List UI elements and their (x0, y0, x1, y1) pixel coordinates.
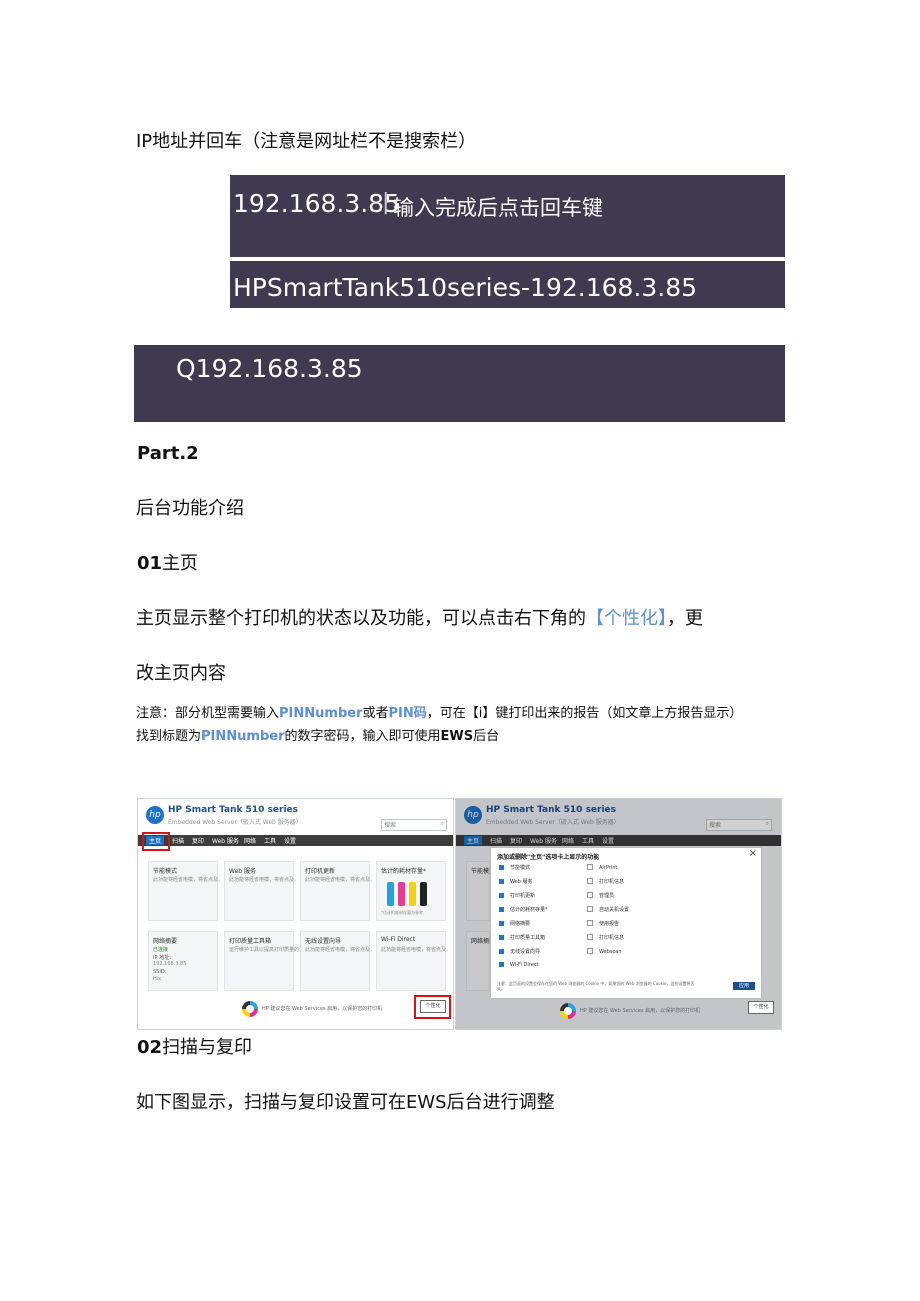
ews-personalize-screenshot: hp HP Smart Tank 510 series Embedded Web… (455, 798, 782, 1030)
option-usage-report[interactable]: 使用报告 (587, 920, 619, 927)
search-icon: ⌕ (440, 820, 444, 827)
personalize-button-2[interactable]: 个性化 (748, 1001, 774, 1014)
note-l2-d: EWS (440, 729, 474, 744)
note-l2-b: PINNumber (201, 729, 285, 744)
personalize-highlight (414, 995, 451, 1019)
note-l1-d: PIN码 (388, 706, 427, 721)
ews-footer-text: HP 建议您在 Web Services 启用，以保护您的打印机 (262, 1006, 383, 1012)
option-admin[interactable]: 管理员 (587, 892, 614, 899)
hp-instant-ink-badge-icon-2 (560, 1003, 576, 1019)
ews-home-screenshot: hp HP Smart Tank 510 series Embedded Web… (137, 798, 454, 1030)
option-energy[interactable]: 节能模式 (499, 864, 530, 871)
close-icon[interactable]: × (749, 848, 757, 859)
option-print-quality[interactable]: 打印质量工具箱 (499, 934, 545, 941)
address-bar-input-demo: 192.168.3.85 | 输入完成后点击回车键 (230, 175, 785, 257)
ink-yellow-icon (409, 882, 416, 906)
option-ink-levels[interactable]: 估计的耗材存量* (499, 906, 548, 913)
checkbox-checked-icon (499, 865, 504, 870)
option-network-summary[interactable]: 网络摘要 (499, 920, 530, 927)
ews-nav: 主页 扫描 复印 Web 服务 网络 工具 设置 (138, 835, 453, 846)
hp-instant-ink-badge-icon (242, 1001, 258, 1017)
ink-black-icon (420, 882, 427, 906)
card-printer-update[interactable]: 打印机更新 此功能将经省电模，将省点及。 (300, 861, 375, 921)
note-l2-a: 找到标题为 (136, 729, 202, 744)
hp-logo-icon: hp (146, 806, 164, 824)
sub-heading-01: 01主页 (137, 553, 198, 575)
nav-tab-tools[interactable]: 工具 (264, 836, 276, 845)
option-airprint[interactable]: AirPrint (587, 864, 617, 871)
option-auto-off[interactable]: 自动关机设置 (587, 906, 629, 913)
paragraph1-line1: 主页显示整个打印机的状态以及功能，可以点击右下角的【个性化】，更 (136, 608, 703, 630)
p1-highlight: 【个性化】 (586, 608, 667, 629)
p1-before: 主页显示整个打印机的状态以及功能，可以点击右下角的 (136, 608, 586, 629)
p1-after: ，更 (667, 608, 703, 629)
card-ink-levels[interactable]: 估计的耗材存量* *估计的耗材存量为参考 (376, 861, 446, 921)
bar1-hint: 输入完成后点击回车键 (393, 196, 603, 220)
card-wireless-wizard[interactable]: 无线设置向导 此功能将经省电模，将省点及。 (300, 931, 375, 991)
part-heading: Part.2 (137, 443, 199, 464)
option-wireless-wizard[interactable]: 无线设置向导 (499, 948, 540, 955)
note-l1-b: PINNumber (279, 706, 363, 721)
ews-title: HP Smart Tank 510 series (168, 805, 299, 815)
bar2-text: HPSmartTank510series-192.168.3.85 (233, 273, 698, 302)
option-printer-info-2[interactable]: 打印机信息 (587, 934, 624, 941)
personalize-dialog: 添加或删除"主页"选项卡上显示的功能 × 节能模式 Web 服务 打印机更新 估… (490, 847, 762, 999)
paragraph2: 如下图显示，扫描与复印设置可在EWS后台进行调整 (136, 1092, 555, 1113)
ews-footer-text-2: HP 建议您在 Web Services 启用，以保护您的打印机 (580, 1008, 701, 1014)
ews-subtitle: Embedded Web Server（嵌入式 Web 服务器） (168, 819, 302, 826)
note-l1-c: 或者 (362, 706, 389, 721)
ink-magenta-icon (398, 882, 405, 906)
ink-cyan-icon (387, 882, 394, 906)
bar1-ip: 192.168.3.85 (233, 189, 400, 218)
card-print-quality-toolbox[interactable]: 打印质量工具箱 运行维护工具以提高打印质量的设置。 (224, 931, 314, 991)
card-network-summary[interactable]: 网络摘要 已连接 IP 地址： 192.168.3.85 SSID: Hix (148, 931, 218, 991)
nav-tab-settings[interactable]: 设置 (284, 836, 296, 845)
ews-header: hp HP Smart Tank 510 series Embedded Web… (138, 799, 453, 831)
home-tab-highlight (142, 832, 170, 851)
note-l2-e: 后台 (473, 729, 500, 744)
note-l1-e: ，可在【i】键打印出来的报告（如文章上方报告显示） (426, 706, 743, 721)
paragraph1-line2: 改主页内容 (136, 663, 226, 684)
note-line2: 找到标题为PINNumber的数字密码，输入即可使用EWS后台 (136, 725, 499, 744)
sub1-title: 主页 (162, 553, 199, 574)
card-web-services[interactable]: Web 服务 此功能将经省电模，将省点及。 (224, 861, 299, 921)
option-web-services[interactable]: Web 服务 (499, 878, 533, 885)
card-energy[interactable]: 节能模式 此功能将经省电模，将省点及。 (148, 861, 223, 921)
option-wifi-direct[interactable]: Wi-Fi Direct (499, 962, 539, 968)
section-title: 后台功能介绍 (136, 498, 244, 519)
sub1-number: 01 (137, 553, 163, 574)
nav-tab-web-services[interactable]: Web 服务 (212, 836, 239, 845)
sub2-number: 02 (137, 1037, 163, 1058)
card-wifi-direct[interactable]: Wi-Fi Direct 此功能将经省电模，将省点及。 (376, 931, 451, 991)
address-bar-suggestion: HPSmartTank510series-192.168.3.85 (230, 261, 785, 308)
dialog-footer-note: 注意：此页面的设置会保存在您的 Web 浏览器的 Cookie 中。如果您的 W… (497, 981, 695, 991)
option-printer-update[interactable]: 打印机更新 (499, 892, 535, 899)
sub-heading-02: 02扫描与复印 (137, 1037, 252, 1059)
option-webscan[interactable]: Webscan (587, 948, 622, 955)
ews-search-input[interactable]: 搜索 ⌕ (381, 819, 447, 831)
nav-tab-network[interactable]: 网络 (244, 836, 256, 845)
note-l2-c: 的数字密码，输入即可使用 (284, 729, 441, 744)
search-bar-demo: Q192.168.3.85 (134, 345, 785, 422)
note-l1-a: 注意：部分机型需要输入 (136, 706, 280, 721)
intro-line: IP地址并回车（注意是网址栏不是搜索栏） (136, 131, 477, 152)
apply-button[interactable]: 应用 (733, 982, 755, 990)
option-printer-info[interactable]: 打印机信息 (587, 878, 624, 885)
nav-tab-copy[interactable]: 复印 (192, 836, 204, 845)
nav-tab-scan[interactable]: 扫描 (172, 836, 184, 845)
note-line1: 注意：部分机型需要输入PINNumber或者PIN码，可在【i】键打印出来的报告… (136, 702, 742, 721)
dialog-title: 添加或删除"主页"选项卡上显示的功能 (497, 854, 600, 861)
sub2-title: 扫描与复印 (162, 1037, 253, 1058)
bar1-caret: | (382, 190, 390, 215)
checkbox-unchecked-icon (587, 864, 593, 870)
bar3-text: Q192.168.3.85 (176, 354, 363, 383)
